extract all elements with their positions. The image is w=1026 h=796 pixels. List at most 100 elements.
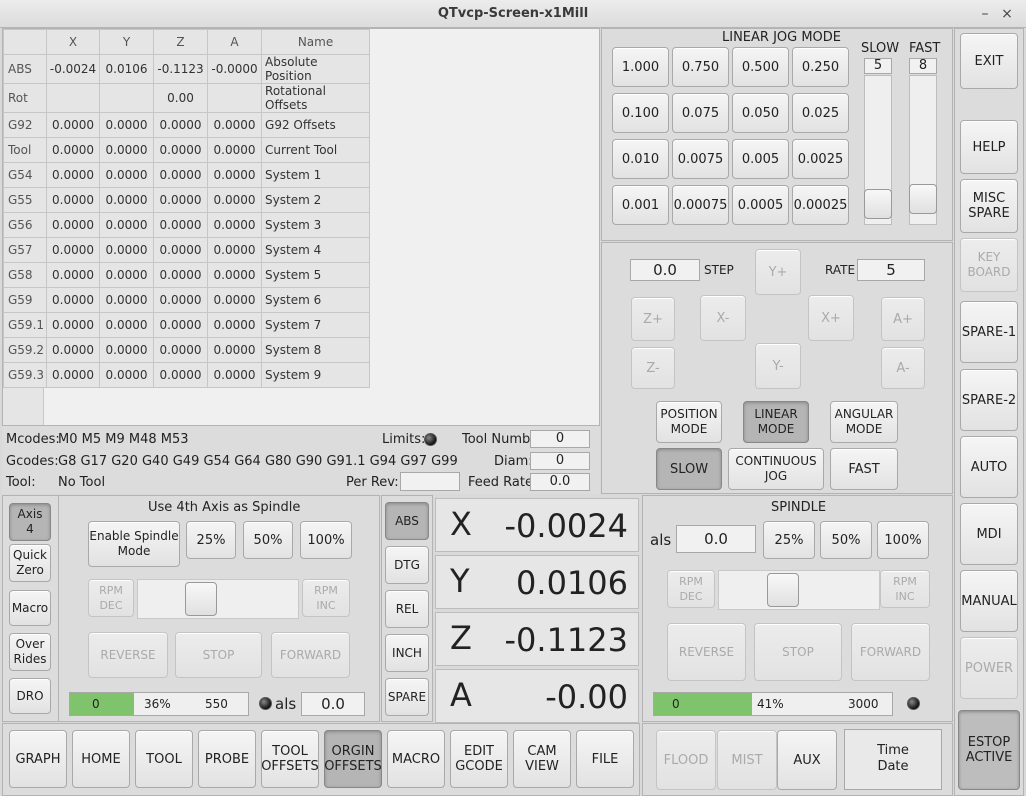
- offsets-row[interactable]: G54 0.0000 0.0000 0.0000 0.0000 System 1: [2, 162, 371, 188]
- offsets-row[interactable]: G59.2 0.0000 0.0000 0.0000 0.0000 System 8: [2, 337, 371, 363]
- jog-increment-button[interactable]: 0.100: [612, 93, 669, 133]
- axis4-stop-button[interactable]: STOP: [175, 632, 262, 678]
- spindle-forward-button[interactable]: FORWARD: [851, 623, 930, 681]
- spindle-rpm-dec-button[interactable]: RPM DEC: [667, 570, 715, 608]
- axis4-25-button[interactable]: 25%: [186, 521, 236, 559]
- bottom-tab-button[interactable]: TOOL: [135, 730, 193, 788]
- jog-increment-button[interactable]: 0.0075: [672, 139, 729, 179]
- axis4-reverse-button[interactable]: REVERSE: [88, 632, 168, 678]
- jog-increment-button[interactable]: 0.750: [672, 47, 729, 87]
- fast-slider-thumb[interactable]: [909, 184, 937, 214]
- spindle-50-button[interactable]: 50%: [820, 521, 872, 559]
- mdi-mode-button[interactable]: MDI: [960, 503, 1018, 565]
- spindle-rpm-inc-button[interactable]: RPM INC: [880, 570, 930, 608]
- offsets-row[interactable]: G57 0.0000 0.0000 0.0000 0.0000 System 4: [2, 237, 371, 263]
- bottom-tab-button[interactable]: MACRO: [387, 730, 445, 788]
- axis4-rpm-dec-button[interactable]: RPM DEC: [88, 579, 134, 617]
- jog-z-minus-button[interactable]: Z-: [631, 347, 675, 389]
- jog-z-plus-button[interactable]: Z+: [631, 297, 675, 341]
- jog-increment-button[interactable]: 0.075: [672, 93, 729, 133]
- offsets-row[interactable]: G58 0.0000 0.0000 0.0000 0.0000 System 5: [2, 262, 371, 288]
- axis4-rpm-inc-button[interactable]: RPM INC: [302, 579, 350, 617]
- axis4-slider-thumb[interactable]: [185, 582, 217, 616]
- linear-mode-button[interactable]: LINEAR MODE: [743, 401, 809, 443]
- offsets-row[interactable]: Rot 0.00 Rotational Offsets: [2, 83, 371, 113]
- axis4-100-button[interactable]: 100%: [300, 521, 352, 559]
- jog-x-minus-button[interactable]: X-: [700, 295, 746, 341]
- dro-dtg-button[interactable]: DTG: [385, 546, 429, 584]
- flood-button[interactable]: FLOOD: [656, 730, 716, 790]
- offsets-row[interactable]: G59 0.0000 0.0000 0.0000 0.0000 System 6: [2, 287, 371, 313]
- jog-increment-button[interactable]: 0.00025: [792, 185, 849, 225]
- offsets-row[interactable]: Tool 0.0000 0.0000 0.0000 0.0000 Current Tool: [2, 137, 371, 163]
- dro-button[interactable]: DRO: [9, 678, 51, 714]
- jog-a-minus-button[interactable]: A-: [881, 347, 925, 389]
- position-mode-button[interactable]: POSITION MODE: [656, 401, 722, 443]
- auto-mode-button[interactable]: AUTO: [960, 436, 1018, 498]
- macro-side-button[interactable]: Macro: [9, 590, 51, 626]
- jog-increment-button[interactable]: 0.010: [612, 139, 669, 179]
- axis4-rpm-slider[interactable]: [137, 579, 299, 619]
- bottom-tab-button[interactable]: PROBE: [198, 730, 256, 788]
- continuous-jog-button[interactable]: CONTINUOUS JOG: [728, 448, 824, 490]
- spare-2-button[interactable]: SPARE-2: [960, 369, 1018, 431]
- bottom-tab-button[interactable]: GRAPH: [9, 730, 67, 788]
- offsets-row[interactable]: G55 0.0000 0.0000 0.0000 0.0000 System 2: [2, 187, 371, 213]
- axis4-button[interactable]: Axis 4: [9, 503, 51, 541]
- spare-1-button[interactable]: SPARE-1: [960, 301, 1018, 363]
- jog-increment-button[interactable]: 0.0025: [792, 139, 849, 179]
- fast-rate-slider[interactable]: [909, 75, 937, 225]
- offsets-row[interactable]: ABS -0.0024 0.0106 -0.1123 -0.0000 Absolute P…: [2, 54, 371, 84]
- jog-increment-button[interactable]: 0.500: [732, 47, 789, 87]
- exit-button[interactable]: EXIT: [960, 33, 1018, 89]
- jog-increment-button[interactable]: 0.050: [732, 93, 789, 133]
- slow-rate-slider[interactable]: [864, 75, 892, 225]
- quick-zero-button[interactable]: Quick Zero: [9, 544, 51, 582]
- slow-slider-thumb[interactable]: [864, 189, 892, 219]
- jog-increment-button[interactable]: 0.005: [732, 139, 789, 179]
- keyboard-button[interactable]: KEY BOARD: [960, 238, 1018, 292]
- help-button[interactable]: HELP: [960, 120, 1018, 174]
- jog-x-plus-button[interactable]: X+: [808, 295, 854, 341]
- spindle-rpm-slider[interactable]: [718, 570, 880, 610]
- spindle-100-button[interactable]: 100%: [877, 521, 929, 559]
- offsets-table[interactable]: X Y Z A Name ABS -0.0024 0.0106 -0.1123 -0.0000 Ab…: [2, 29, 371, 388]
- bottom-tab-button[interactable]: FILE: [576, 730, 634, 788]
- enable-spindle-mode-button[interactable]: Enable Spindle Mode: [88, 521, 180, 567]
- jog-fast-button[interactable]: FAST: [830, 448, 898, 490]
- axis4-50-button[interactable]: 50%: [243, 521, 293, 559]
- jog-y-plus-button[interactable]: Y+: [755, 249, 801, 295]
- bottom-tab-button[interactable]: CAM VIEW: [513, 730, 571, 788]
- jog-y-minus-button[interactable]: Y-: [755, 343, 801, 389]
- jog-increment-button[interactable]: 0.250: [792, 47, 849, 87]
- power-button[interactable]: POWER: [960, 637, 1018, 699]
- jog-increment-button[interactable]: 1.000: [612, 47, 669, 87]
- dro-inch-button[interactable]: INCH: [385, 634, 429, 672]
- jog-slow-button[interactable]: SLOW: [656, 448, 722, 490]
- aux-button[interactable]: AUX: [777, 730, 837, 790]
- minimize-icon[interactable]: –: [974, 0, 996, 28]
- manual-mode-button[interactable]: MANUAL: [960, 570, 1018, 632]
- offsets-row[interactable]: G56 0.0000 0.0000 0.0000 0.0000 System 3: [2, 212, 371, 238]
- axis4-forward-button[interactable]: FORWARD: [271, 632, 350, 678]
- bottom-tab-button[interactable]: ORGIN OFFSETS: [324, 730, 382, 788]
- spindle-25-button[interactable]: 25%: [763, 521, 815, 559]
- jog-increment-button[interactable]: 0.00075: [672, 185, 729, 225]
- offsets-row[interactable]: G59.1 0.0000 0.0000 0.0000 0.0000 System 7: [2, 312, 371, 338]
- offsets-row[interactable]: G59.3 0.0000 0.0000 0.0000 0.0000 System 9: [2, 362, 371, 388]
- spindle-reverse-button[interactable]: REVERSE: [667, 623, 746, 681]
- jog-increment-button[interactable]: 0.025: [792, 93, 849, 133]
- jog-increment-button[interactable]: 0.0005: [732, 185, 789, 225]
- dro-rel-button[interactable]: REL: [385, 590, 429, 628]
- spindle-slider-thumb[interactable]: [767, 573, 799, 607]
- spindle-stop-button[interactable]: STOP: [754, 623, 842, 681]
- jog-a-plus-button[interactable]: A+: [881, 297, 925, 341]
- overrides-button[interactable]: Over Rides: [9, 633, 51, 671]
- dro-abs-button[interactable]: ABS: [385, 502, 429, 540]
- estop-button[interactable]: ESTOP ACTIVE: [958, 710, 1020, 790]
- misc-spare-button[interactable]: MISC SPARE: [960, 179, 1018, 233]
- close-icon[interactable]: ×: [996, 0, 1018, 28]
- rate-field[interactable]: 5: [857, 259, 925, 281]
- bottom-tab-button[interactable]: HOME: [72, 730, 130, 788]
- step-field[interactable]: 0.0: [630, 259, 700, 281]
